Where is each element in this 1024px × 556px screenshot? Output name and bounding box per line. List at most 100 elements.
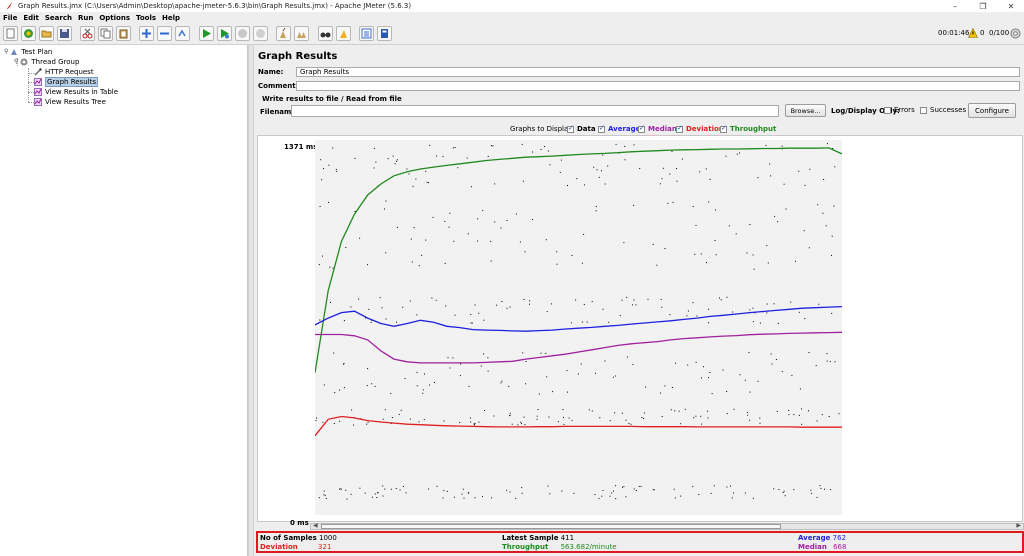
data-point [422, 392, 424, 394]
data-point [788, 410, 790, 411]
data-point [730, 485, 731, 487]
tree-toggle-icon[interactable]: ⚲ [14, 58, 18, 65]
data-point [491, 145, 492, 147]
average-checkbox[interactable] [598, 124, 605, 133]
toggle-data[interactable]: Data [567, 124, 596, 133]
data-point [418, 421, 420, 423]
data-point [684, 408, 686, 410]
copy-button[interactable] [98, 26, 113, 41]
shutdown-icon [256, 29, 265, 38]
remote-engines-icon[interactable] [1010, 28, 1021, 39]
deviation-stat: Deviation 321 [260, 543, 331, 551]
median-checkbox[interactable] [638, 124, 645, 133]
new-button[interactable] [3, 26, 18, 41]
data-point [436, 155, 437, 157]
shutdown-button[interactable] [253, 26, 268, 41]
data-point [552, 391, 554, 393]
browse-button[interactable]: Browse... [785, 104, 826, 117]
open-button[interactable] [39, 26, 54, 41]
data-point [607, 165, 609, 167]
save-button[interactable] [57, 26, 72, 41]
minimize-button[interactable]: – [944, 0, 966, 12]
close-button[interactable]: ✕ [1000, 0, 1022, 12]
reset-search-button[interactable] [336, 26, 351, 41]
templates-button[interactable] [21, 26, 36, 41]
configure-button[interactable]: Configure [968, 103, 1016, 118]
data-point [467, 233, 469, 235]
data-point [713, 485, 715, 487]
menu-edit[interactable]: Edit [23, 14, 39, 22]
data-point [330, 301, 331, 303]
throughput-checkbox[interactable] [720, 124, 727, 133]
restore-button[interactable]: ❐ [972, 0, 994, 12]
expand-all-button[interactable] [139, 26, 154, 41]
toggle-button[interactable] [175, 26, 190, 41]
stop-button[interactable] [235, 26, 250, 41]
menu-options[interactable]: Options [99, 14, 130, 22]
errors-checkbox[interactable]: Errors [884, 106, 915, 114]
scroll-right-icon[interactable]: ▶ [1016, 522, 1021, 529]
data-point [733, 492, 734, 494]
cut-button[interactable] [80, 26, 95, 41]
toggle-deviation[interactable]: Deviation [676, 124, 724, 133]
data-point [522, 180, 524, 182]
data-point [443, 490, 445, 492]
clear-button[interactable] [276, 26, 291, 41]
tree-item-thread-group[interactable]: ⚲ Thread Group [14, 57, 79, 66]
data-point [385, 318, 387, 320]
data-point [709, 372, 711, 373]
data-point [671, 387, 673, 388]
name-label: Name: [258, 68, 284, 76]
name-field[interactable]: Graph Results [296, 67, 1020, 77]
broom-icon [280, 28, 286, 38]
paste-button[interactable] [116, 26, 131, 41]
menu-run[interactable]: Run [78, 14, 93, 22]
search-button[interactable] [318, 26, 333, 41]
successes-checkbox-box[interactable] [920, 106, 927, 114]
data-point [459, 422, 461, 423]
data-point [701, 423, 703, 425]
toggle-median[interactable]: Median [638, 124, 677, 133]
tree-toggle-icon[interactable]: ⚲ [4, 48, 8, 55]
data-point [494, 221, 496, 223]
menu-help[interactable]: Help [162, 14, 180, 22]
scroll-thumb[interactable] [321, 524, 781, 529]
help-button[interactable] [377, 26, 392, 41]
jmeter-feather-icon [6, 2, 12, 10]
menu-search[interactable]: Search [45, 14, 72, 22]
successes-checkbox[interactable]: Successes [920, 106, 966, 114]
scroll-left-icon[interactable]: ◀ [313, 522, 318, 529]
comments-field[interactable] [296, 81, 1020, 91]
toggle-average[interactable]: Average [598, 124, 640, 133]
errors-checkbox-box[interactable] [884, 106, 891, 114]
start-no-pauses-button[interactable] [217, 26, 232, 41]
function-helper-button[interactable] [359, 26, 374, 41]
data-point [619, 315, 621, 317]
data-point [628, 422, 630, 424]
tree-item-http-request[interactable]: HTTP Request [34, 67, 94, 76]
data-point [322, 255, 323, 257]
tree-item-test-plan[interactable]: ⚲ Test Plan [4, 47, 52, 56]
graph-horizontal-scrollbar[interactable]: ◀ ▶ [310, 522, 1024, 530]
start-button[interactable] [199, 26, 214, 41]
data-point [470, 314, 472, 315]
tree-item-view-results-tree[interactable]: View Results Tree [34, 97, 106, 106]
data-checkbox[interactable] [567, 124, 574, 133]
data-point [392, 155, 394, 157]
data-point [354, 157, 356, 159]
data-point [318, 264, 320, 266]
deviation-checkbox[interactable] [676, 124, 683, 133]
menu-file[interactable]: File [3, 14, 17, 22]
menu-tools[interactable]: Tools [136, 14, 156, 22]
filename-field[interactable] [291, 105, 779, 117]
toggle-throughput[interactable]: Throughput [720, 124, 776, 133]
tree-item-graph-results[interactable]: Graph Results [34, 76, 98, 87]
tree-item-view-results-table[interactable]: View Results in Table [34, 87, 118, 96]
data-point [524, 424, 526, 426]
warning-icon[interactable] [968, 28, 978, 38]
data-point [359, 237, 361, 239]
clear-all-button[interactable] [294, 26, 309, 41]
collapse-all-button[interactable] [157, 26, 172, 41]
data-point [624, 159, 626, 161]
data-point [394, 163, 396, 165]
